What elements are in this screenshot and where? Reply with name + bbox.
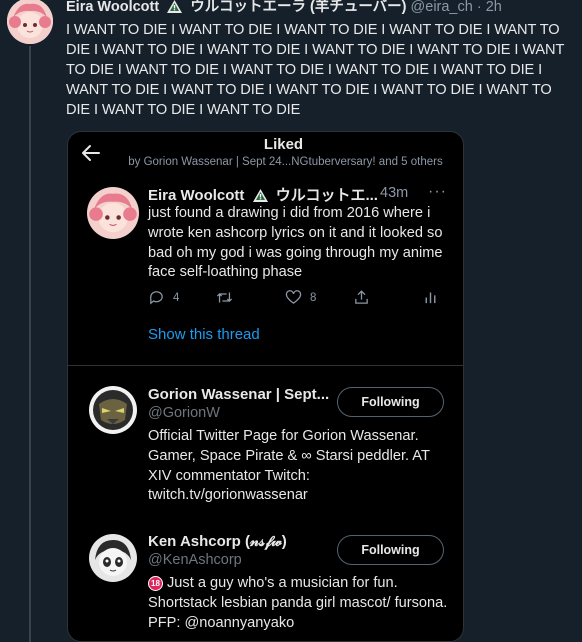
user-name[interactable]: Gorion Wassenar | Sept... xyxy=(148,386,329,403)
user-name[interactable]: Ken Ashcorp (𝓃𝓈𝒻𝓌) xyxy=(148,533,287,550)
separator: · xyxy=(476,0,482,15)
modal-subtitle: by Gorion Wassenar | Sept 24...NGtuberve… xyxy=(128,156,443,168)
liked-by-modal: Liked by Gorion Wassenar | Sept 24...NGt… xyxy=(67,131,464,642)
modal-title: Liked xyxy=(263,136,304,153)
reply-icon xyxy=(150,291,163,305)
modal-header: Liked by Gorion Wassenar | Sept 24...NGt… xyxy=(68,132,463,176)
user-bio: 18 Just a guy who's a musician for fun. S… xyxy=(148,575,448,631)
timestamp[interactable]: 43m xyxy=(380,185,408,201)
avatar[interactable] xyxy=(89,386,137,434)
author-name[interactable]: Eira Woolcott ウルコットエ... xyxy=(148,184,378,206)
avatar[interactable] xyxy=(7,0,53,44)
author-handle: @eira_ch xyxy=(410,0,473,15)
heart-icon xyxy=(285,290,302,304)
like-button[interactable]: 8 xyxy=(285,289,316,306)
retweet-icon xyxy=(216,292,233,303)
following-button[interactable]: Following xyxy=(337,387,444,417)
tweet-text: I WANT TO DIE I WANT TO DIE I WANT TO DI… xyxy=(66,22,565,118)
user-handle: @KenAshcorp xyxy=(148,552,242,568)
retweet-button[interactable] xyxy=(216,289,241,306)
share-icon xyxy=(355,290,368,304)
user-bio: Official Twitter Page for Gorion Wassena… xyxy=(148,428,430,504)
analytics-button[interactable] xyxy=(422,289,447,306)
avatar[interactable] xyxy=(89,534,137,582)
tweet-actions: 4 8 xyxy=(148,289,448,309)
adult-content-badge-icon: 18 xyxy=(148,576,163,592)
tweet-text: just found a drawing i did from 2016 whe… xyxy=(148,205,443,281)
following-button[interactable]: Following xyxy=(337,535,444,565)
reply-count: 4 xyxy=(173,291,180,304)
author-name-jp: ウルコットエーラ (羊チューバー) xyxy=(190,0,407,15)
warning-triangle-icon xyxy=(167,0,183,19)
divider xyxy=(68,365,463,366)
author-name[interactable]: Eira Woolcott xyxy=(66,0,159,15)
tweet-header: Eira Woolcott ウルコットエーラ (羊チューバー) @eira_ch… xyxy=(66,0,576,19)
reply-button[interactable]: 4 xyxy=(148,289,179,306)
like-count: 8 xyxy=(310,291,317,304)
user-handle: @GorionW xyxy=(148,405,220,421)
analytics-icon xyxy=(425,292,436,304)
share-button[interactable] xyxy=(353,289,378,306)
timestamp[interactable]: 2h xyxy=(486,0,502,15)
avatar[interactable] xyxy=(87,187,139,239)
show-thread-link[interactable]: Show this thread xyxy=(148,326,260,343)
more-options-icon[interactable]: ··· xyxy=(428,183,447,201)
thread-line xyxy=(29,46,31,642)
